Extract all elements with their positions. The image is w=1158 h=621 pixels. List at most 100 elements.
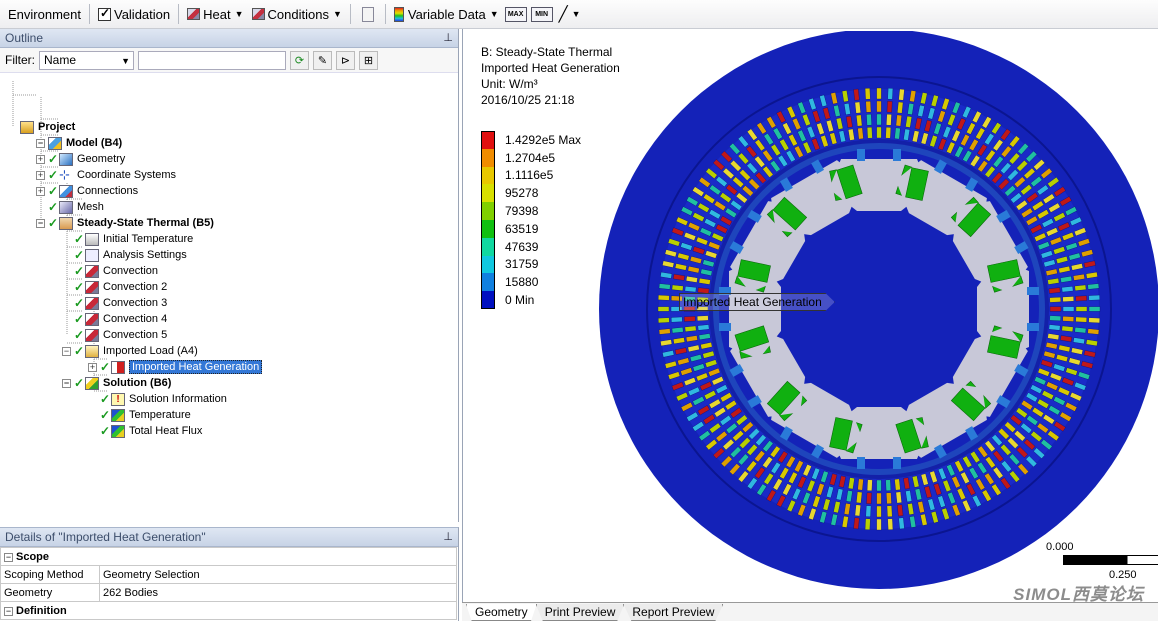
- stator-conductor-strip: [887, 87, 894, 100]
- details-header: Details of "Imported Heat Generation" ⊥: [0, 528, 458, 547]
- legend-label: 1.2704e5: [505, 150, 556, 165]
- stator-conductor-strip: [876, 113, 882, 126]
- stator-conductor-strip: [898, 88, 905, 101]
- tree-node[interactable]: ✓! Solution Information: [88, 391, 227, 407]
- probe-button[interactable]: ╱ ▼: [555, 3, 585, 25]
- stator-conductor-strip: [898, 517, 905, 530]
- document-button[interactable]: [355, 3, 381, 25]
- refresh-filter-button[interactable]: ⟳: [290, 50, 309, 70]
- tree-filter-button[interactable]: ⊳: [336, 50, 355, 70]
- expand-icon[interactable]: +: [36, 170, 45, 180]
- stator-conductor-strip: [1062, 316, 1075, 322]
- legend-entry: 31759: [481, 255, 581, 274]
- graphics-viewport[interactable]: B: Steady-State Thermal Imported Heat Ge…: [462, 29, 1158, 603]
- tree-node[interactable]: ✓ Convection 3: [62, 295, 167, 311]
- expand-icon[interactable]: +: [36, 186, 45, 196]
- stator-conductor-strip: [684, 325, 697, 332]
- variable-data-button[interactable]: Variable Data ▼: [390, 3, 503, 25]
- tree-node-label: Connections: [77, 185, 139, 197]
- scale-bar-graphic: [1063, 555, 1158, 565]
- chevron-down-icon: ▼: [489, 9, 499, 19]
- pin-icon[interactable]: ⊥: [443, 530, 453, 543]
- tree-node[interactable]: − ✓ Steady-State Thermal (B5): [36, 215, 214, 231]
- expand-icon[interactable]: +: [36, 154, 45, 164]
- status-check-icon: ✓: [74, 264, 85, 278]
- tree-node-label: Solution (B6): [103, 377, 172, 389]
- scoping-method-value[interactable]: Geometry Selection: [99, 565, 457, 584]
- expand-all-button[interactable]: ⊞: [359, 50, 378, 70]
- tree-node[interactable]: + ✓ ⊹ Coordinate Systems: [36, 167, 176, 183]
- tree-node-label: Convection 4: [103, 313, 168, 325]
- environment-button[interactable]: Environment: [4, 3, 85, 25]
- expand-icon[interactable]: +: [88, 362, 97, 372]
- details-section-scope[interactable]: − Scope: [0, 547, 457, 566]
- context-toolbar: Environment Validation Heat ▼ Conditions…: [0, 0, 1158, 29]
- tree-node[interactable]: ✓ Initial Temperature: [62, 231, 193, 247]
- legend-label: 95278: [505, 186, 539, 201]
- rotor-bridge: [857, 149, 865, 161]
- stator-conductor-strip: [885, 479, 892, 492]
- heat-generation-contour-plot[interactable]: [581, 31, 1158, 603]
- tree-node[interactable]: Project: [8, 119, 75, 135]
- tag-button[interactable]: ✎: [313, 50, 332, 70]
- stator-conductor-strip: [866, 492, 872, 505]
- tree-node[interactable]: − ✓ Imported Load (A4): [62, 343, 198, 359]
- tree-node[interactable]: ✓ Temperature: [88, 407, 191, 423]
- pin-icon[interactable]: ⊥: [443, 31, 453, 44]
- tree-node[interactable]: ✓ Convection 2: [62, 279, 167, 295]
- legend-entry: 1.4292e5 Max: [481, 131, 581, 149]
- collapse-icon[interactable]: −: [62, 378, 71, 388]
- tree-node[interactable]: − Model (B4): [36, 135, 122, 151]
- tree-node[interactable]: − ✓ Solution (B6): [62, 375, 171, 391]
- stator-conductor-strip: [876, 100, 882, 113]
- details-row[interactable]: Scoping Method Geometry Selection: [0, 565, 457, 584]
- tree-node[interactable]: ✓ Mesh: [36, 199, 104, 215]
- filter-select[interactable]: Name ▼: [39, 50, 134, 70]
- tree-node[interactable]: ✓ Convection 4: [62, 311, 167, 327]
- tree-node[interactable]: + ✓ Connections: [36, 183, 138, 199]
- convection-icon: [85, 328, 99, 342]
- collapse-icon[interactable]: −: [36, 218, 45, 228]
- legend-swatch: [481, 148, 495, 167]
- status-check-icon: ✓: [74, 344, 85, 358]
- status-check-icon: ✓: [74, 296, 85, 310]
- tree-node[interactable]: ✓ Total Heat Flux: [88, 423, 202, 439]
- details-section-definition[interactable]: − Definition: [0, 601, 457, 620]
- tree-node[interactable]: + ✓ Imported Heat Generation: [88, 359, 263, 375]
- tab-geometry[interactable]: Geometry: [466, 604, 537, 621]
- tag-icon: ✎: [317, 54, 328, 67]
- tree-node[interactable]: + ✓ Geometry: [36, 151, 125, 167]
- status-check-icon: ✓: [100, 360, 111, 374]
- geometry-value[interactable]: 262 Bodies: [99, 583, 457, 602]
- max-icon[interactable]: MAX: [504, 6, 527, 22]
- validation-icon: [97, 6, 111, 21]
- collapse-icon[interactable]: −: [36, 138, 45, 148]
- result-callout-label[interactable]: Imported Heat Generation: [679, 293, 835, 311]
- stator-conductor-strip: [658, 328, 671, 335]
- tree-node[interactable]: ✓ Convection 5: [62, 327, 167, 343]
- stator-conductor-strip: [1062, 296, 1075, 302]
- legend-label: 63519: [505, 221, 539, 236]
- heat-menu-button[interactable]: Heat ▼: [183, 3, 247, 25]
- collapse-icon[interactable]: −: [4, 606, 13, 616]
- min-icon[interactable]: MIN: [530, 6, 553, 22]
- stator-conductor-strip: [864, 518, 871, 531]
- tab-report-preview[interactable]: Report Preview: [623, 604, 724, 621]
- collapse-icon[interactable]: −: [62, 346, 71, 356]
- collapse-icon[interactable]: −: [4, 552, 13, 562]
- tree-node-label: Convection 3: [103, 297, 168, 309]
- status-check-icon: ✓: [74, 312, 85, 326]
- stator-conductor-strip: [670, 316, 683, 323]
- tree-node-label: Analysis Settings: [103, 249, 187, 261]
- filter-search-input[interactable]: [138, 50, 286, 70]
- status-check-icon: ✓: [74, 248, 85, 262]
- tab-print-preview[interactable]: Print Preview: [535, 604, 625, 621]
- rotor-bridge: [719, 323, 731, 331]
- details-row[interactable]: Geometry 262 Bodies: [0, 583, 457, 602]
- heat-generation-icon: [111, 360, 125, 374]
- tree-node[interactable]: ✓ Analysis Settings: [62, 247, 187, 263]
- validation-button[interactable]: Validation: [94, 3, 174, 25]
- tree-node[interactable]: ✓ Convection: [62, 263, 158, 279]
- conditions-menu-button[interactable]: Conditions ▼: [248, 3, 346, 25]
- status-check-icon: ✓: [74, 232, 85, 246]
